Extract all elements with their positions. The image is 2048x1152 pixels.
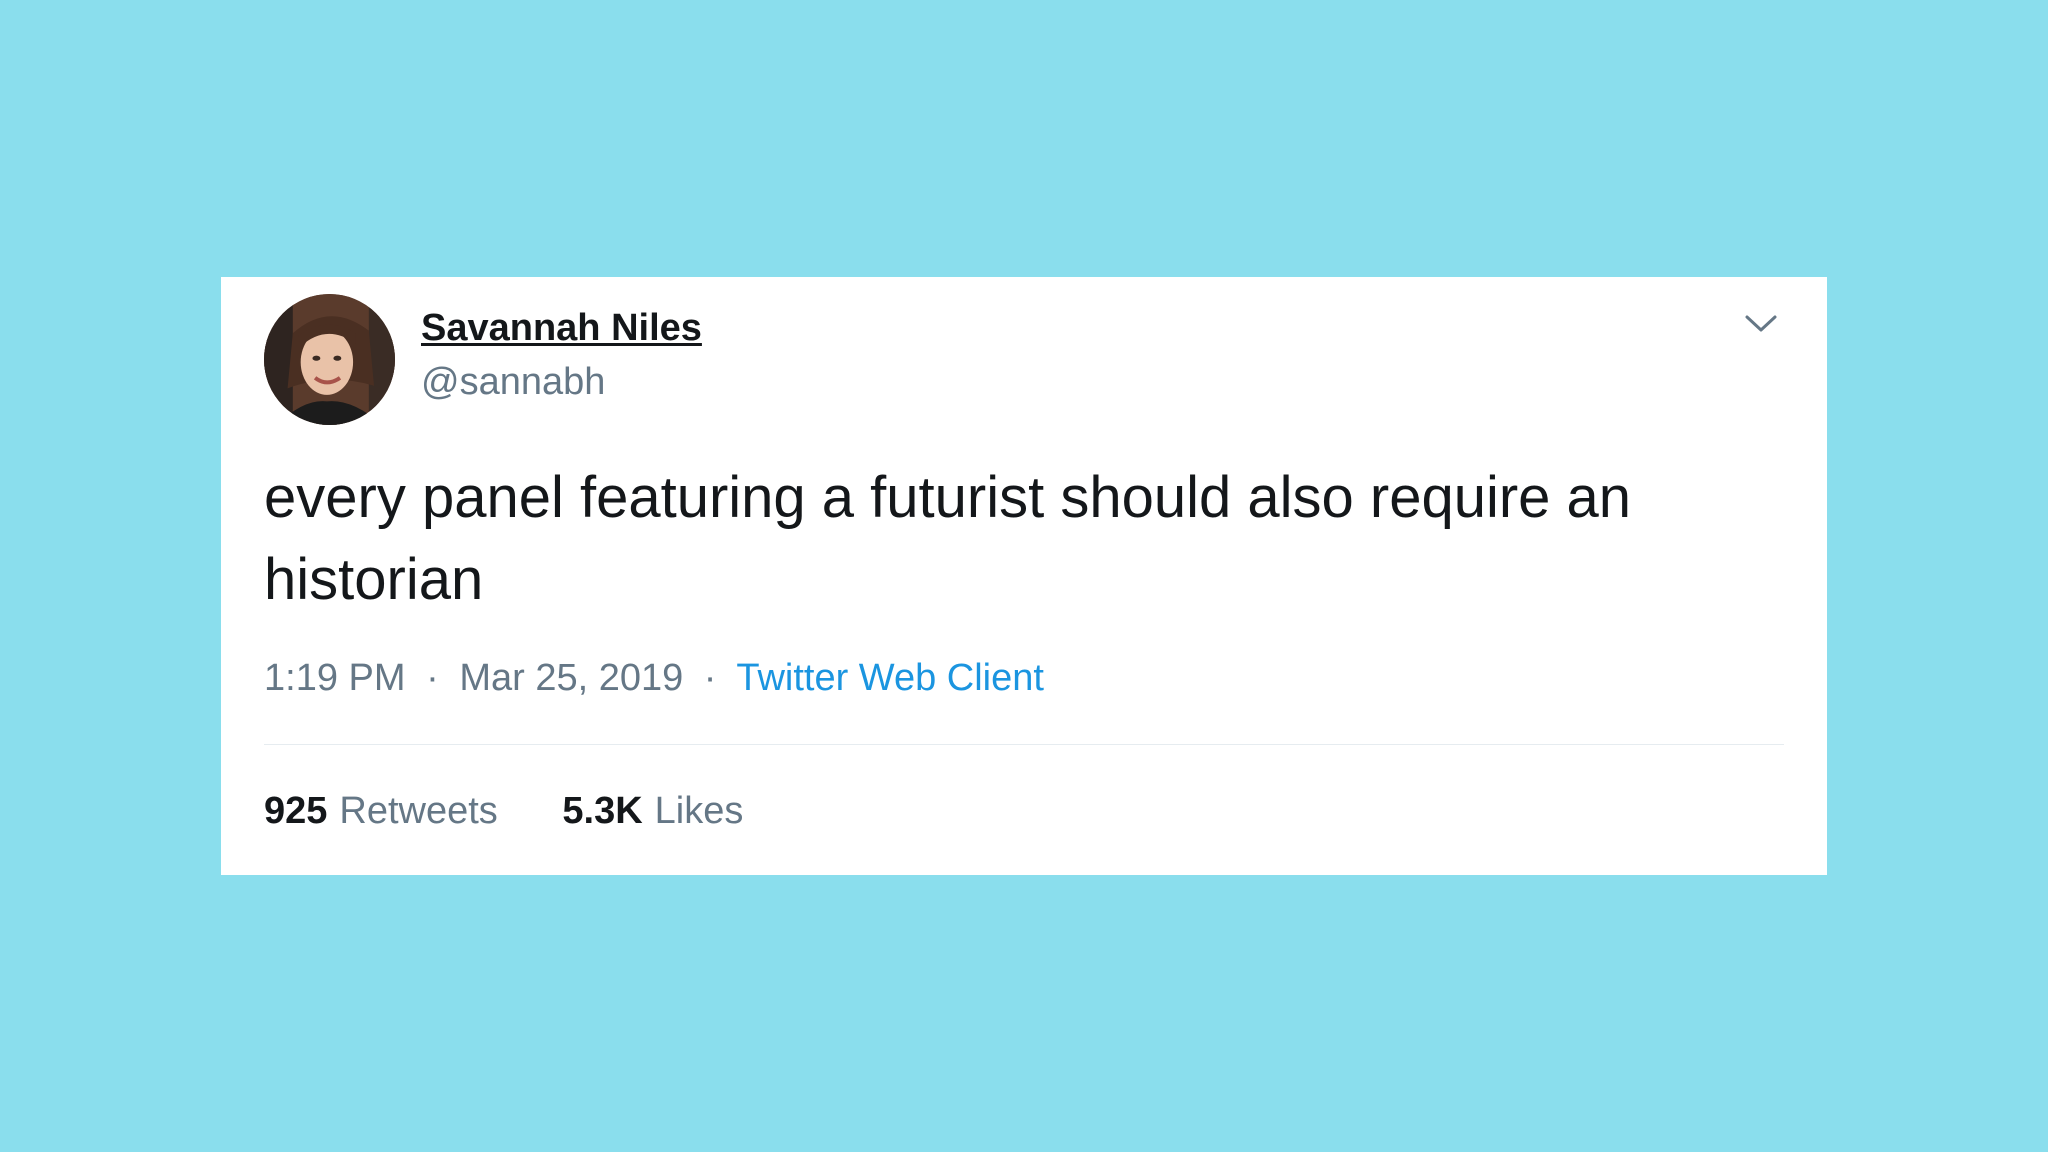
meta-separator: ·: [426, 657, 439, 699]
divider: [264, 744, 1784, 745]
avatar[interactable]: [264, 294, 395, 425]
retweets-stat[interactable]: 925 Retweets: [264, 790, 498, 833]
chevron-down-icon: [1745, 315, 1777, 332]
author-display-name[interactable]: Savannah Niles: [421, 307, 702, 350]
tweet-card: Savannah Niles @sannabh every panel feat…: [221, 277, 1827, 875]
avatar-photo: [264, 294, 395, 425]
tweet-text: every panel featuring a futurist should …: [264, 465, 1632, 612]
author-handle[interactable]: @sannabh: [421, 361, 605, 404]
tweet-time[interactable]: 1:19 PM: [264, 657, 406, 699]
tweet-date[interactable]: Mar 25, 2019: [459, 657, 683, 699]
tweet-client-link[interactable]: Twitter Web Client: [736, 657, 1044, 699]
tweet-menu-button[interactable]: [1741, 307, 1781, 339]
retweets-label: Retweets: [339, 790, 498, 832]
meta-separator: ·: [703, 657, 717, 699]
tweet-meta: 1:19 PM · Mar 25, 2019 · Twitter Web Cli…: [264, 657, 1044, 700]
likes-stat[interactable]: 5.3K Likes: [562, 790, 743, 833]
tweet-stats: 925 Retweets 5.3K Likes: [264, 790, 743, 833]
likes-count: 5.3K: [562, 790, 643, 832]
retweets-count: 925: [264, 790, 328, 832]
likes-label: Likes: [654, 790, 744, 832]
